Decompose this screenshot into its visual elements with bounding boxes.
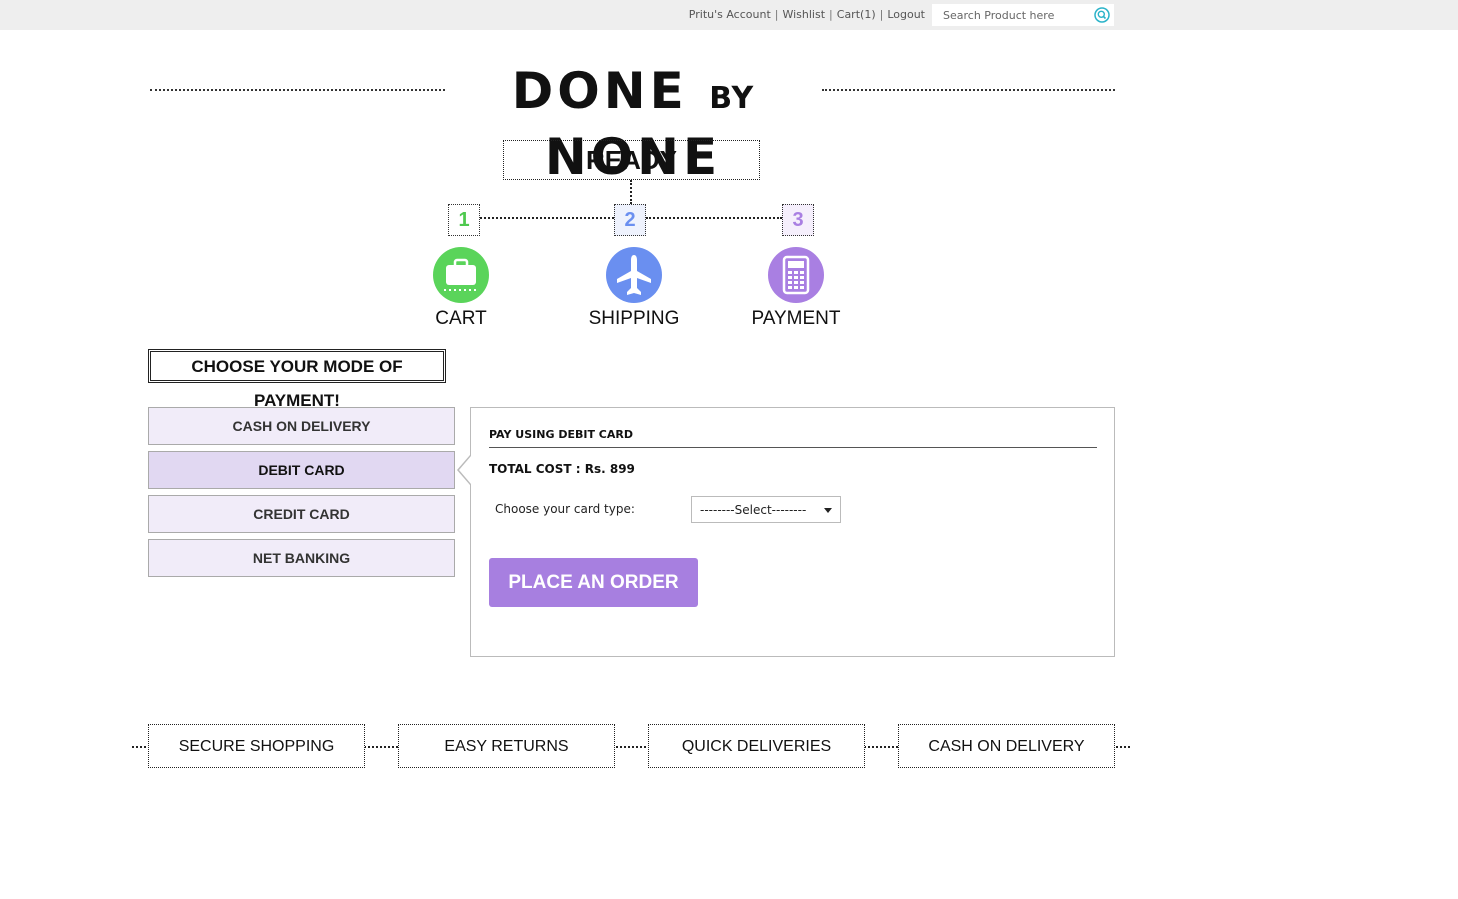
account-link[interactable]: Pritu's Account	[689, 8, 771, 21]
tab-cash-on-delivery[interactable]: CASH ON DELIVERY	[148, 407, 455, 445]
link-separator: |	[879, 8, 884, 21]
feature-secure-shopping: SECURE SHOPPING	[148, 724, 365, 768]
search-icon[interactable]	[1094, 7, 1110, 23]
step-number-payment: 3	[782, 204, 814, 236]
calculator-icon[interactable]	[768, 247, 824, 303]
account-links: Pritu's Account | Wishlist | Cart(1) | Logout	[689, 8, 925, 21]
chevron-down-icon	[824, 508, 832, 513]
panel-pointer-fill	[459, 456, 471, 484]
payment-panel: PAY USING DEBIT CARD TOTAL COST : Rs. 89…	[470, 407, 1115, 657]
top-bar: Pritu's Account | Wishlist | Cart(1) | Logout	[0, 0, 1458, 30]
total-cost: TOTAL COST : Rs. 899	[489, 462, 635, 476]
step-label-payment: PAYMENT	[751, 308, 841, 329]
feature-cash-on-delivery: CASH ON DELIVERY	[898, 724, 1115, 768]
logo-word-done: DONE	[511, 62, 688, 120]
place-order-button[interactable]: PLACE AN ORDER	[489, 558, 698, 607]
payment-mode-title: CHOOSE YOUR MODE OF PAYMENT!	[148, 349, 446, 410]
tab-credit-card[interactable]: CREDIT CARD	[148, 495, 455, 533]
card-type-label: Choose your card type:	[495, 502, 635, 516]
card-type-value: --------Select--------	[700, 503, 807, 517]
feature-easy-returns: EASY RETURNS	[398, 724, 615, 768]
status-connector	[630, 180, 632, 204]
step-label-cart: CART	[435, 308, 487, 329]
search-input[interactable]	[932, 4, 1093, 26]
logo-word-by: BY	[709, 81, 755, 116]
step-number-cart: 1	[448, 204, 480, 236]
link-separator: |	[774, 8, 779, 21]
tab-net-banking[interactable]: NET BANKING	[148, 539, 455, 577]
cart-link[interactable]: Cart(1)	[837, 8, 876, 21]
logout-link[interactable]: Logout	[887, 8, 925, 21]
airplane-icon[interactable]	[606, 247, 662, 303]
panel-heading: PAY USING DEBIT CARD	[489, 428, 1097, 448]
wishlist-link[interactable]: Wishlist	[782, 8, 825, 21]
cart-icon[interactable]	[433, 247, 489, 303]
step-label-shipping: SHIPPING	[588, 308, 680, 329]
feature-quick-deliveries: QUICK DELIVERIES	[648, 724, 865, 768]
tab-debit-card[interactable]: DEBIT CARD	[148, 451, 455, 489]
card-type-select[interactable]: --------Select--------	[691, 496, 841, 523]
checkout-status: READY	[503, 140, 760, 180]
step-number-shipping: 2	[614, 204, 646, 236]
logo-divider-left	[150, 89, 445, 91]
link-separator: |	[829, 8, 833, 21]
logo-divider-right	[822, 89, 1115, 91]
step-connector	[480, 217, 614, 219]
search-box	[932, 4, 1114, 26]
step-connector	[646, 217, 782, 219]
